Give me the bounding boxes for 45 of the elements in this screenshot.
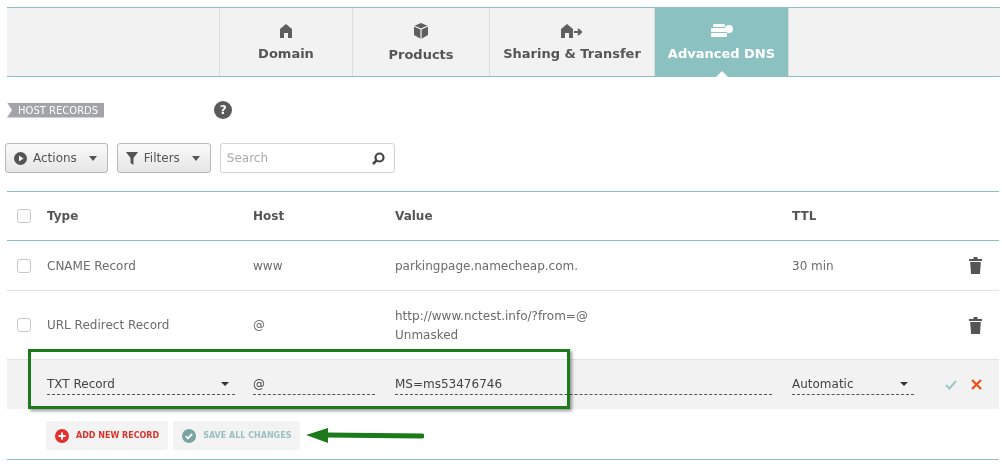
check-icon[interactable] (945, 379, 957, 390)
house-arrow-icon (561, 23, 583, 38)
ttl-dropdown[interactable]: Automatic (792, 374, 914, 395)
plus-icon (55, 428, 69, 443)
type-dropdown[interactable]: TXT Record (47, 374, 235, 395)
check-icon (182, 428, 197, 443)
table-cell: 30 min (792, 258, 834, 273)
play-icon (14, 151, 27, 165)
checkbox[interactable] (17, 209, 31, 223)
add-record-button[interactable]: ADD NEW RECORD (46, 421, 169, 450)
caret-icon (900, 382, 908, 386)
table-cell: www (253, 258, 283, 273)
server-icon (710, 23, 733, 38)
actions-button[interactable]: Actions (5, 143, 108, 173)
help-icon[interactable]: ? (214, 101, 233, 119)
search-field[interactable]: Search (219, 143, 395, 173)
caret-icon (191, 155, 200, 161)
pointer-notch (715, 71, 728, 77)
column-header: Value (395, 209, 433, 223)
search-icon (371, 152, 385, 165)
checkbox[interactable] (17, 258, 31, 273)
tab[interactable]: Products (353, 8, 490, 76)
column-header: Type (47, 209, 79, 223)
house-icon (280, 23, 292, 38)
checkbox[interactable] (17, 318, 31, 332)
trash-icon[interactable] (969, 257, 982, 274)
input-field[interactable]: @ (253, 374, 375, 395)
column-header: Host (253, 209, 285, 223)
filters-button[interactable]: Filters (116, 143, 211, 173)
tab[interactable]: Domain (220, 8, 353, 76)
filter-icon (125, 151, 138, 165)
input-field[interactable]: MS=ms53476746 (395, 374, 772, 395)
close-icon[interactable] (971, 379, 982, 390)
table-cell-text: parkingpage.namecheap.com. (395, 258, 580, 273)
table-cell: CNAME Record (47, 258, 136, 273)
table-cell-text: http://www.nctest.info/?from=@ (395, 309, 589, 323)
column-header: TTL (792, 209, 817, 223)
caret-icon (221, 382, 229, 386)
caret-icon (88, 155, 97, 161)
section-label: HOST RECORDS (7, 102, 105, 118)
box-icon (413, 22, 429, 39)
trash-icon[interactable] (969, 316, 982, 334)
table-cell: @ (253, 318, 265, 332)
table-cell-text: Unmasked (395, 328, 460, 342)
table-cell: URL Redirect Record (47, 318, 170, 332)
